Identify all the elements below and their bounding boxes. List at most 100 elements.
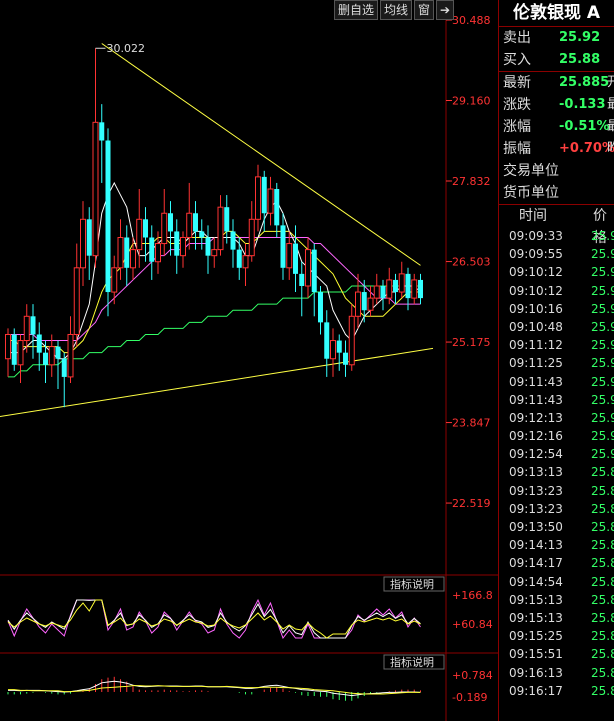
tick-row: 09:13:13 25.8 [499,463,614,481]
tick-time: 09:13:13 [509,465,563,480]
tick-price: 25.9 [591,229,614,243]
tick-row: 09:13:23 25.8 [499,482,614,500]
tick-price: 25.9 [591,410,614,425]
ask-row: 卖出 25.92 [499,27,614,49]
ask-label: 卖出 [503,30,531,46]
candle-body [261,176,267,214]
tick-time: 09:09:55 [509,247,563,262]
candle-body [318,292,323,323]
candle-body [180,236,186,257]
tick-price: 25.8 [591,520,614,534]
price-tick-label: 27.832 [452,175,491,188]
tick-time: 09:11:43 [509,392,563,407]
tick-price: 25.9 [591,392,614,407]
candle-body [211,249,218,257]
indicator-1-tick-label: +166.8 [452,589,493,602]
candle-body [230,231,236,250]
indicator-1-line-c [7,599,421,639]
candle-body [55,346,61,359]
prev-close-label: 昨 [607,138,614,160]
tick-time: 09:12:16 [509,429,563,444]
bid-label: 买入 [503,52,531,68]
chart-toolbar: 删自选 均线 窗 ➔ [334,0,455,20]
candle-body [11,334,17,365]
candle-body [105,140,111,293]
last-row: 最新 25.885 开 [499,72,614,94]
price-tick-label: 29.160 [452,95,491,108]
tick-price: 25.8 [591,465,614,480]
currency-unit-label: 货币单位 [503,185,559,201]
tick-price: 25.9 [591,319,614,334]
tick-row: 09:11:43 25.9 [499,391,614,409]
kline-chart[interactable]: 30.488 29.160 27.832 26.503 25.175 23.847 22.5… [0,0,498,721]
indicator-1-line-a [7,598,421,640]
tick-row: 09:14:17 25.8 [499,554,614,572]
tick-row: 09:10:48 25.9 [499,318,614,336]
indicator-2-tick-label: +0.784 [452,669,493,682]
tick-price: 25.9 [591,301,614,316]
high-label: 最 [607,94,614,116]
candle-body [186,212,193,238]
tick-time: 09:12:54 [509,447,563,462]
tick-row: 09:13:50 25.8 [499,518,614,536]
candle-body [117,236,124,269]
tick-time: 09:15:13 [509,610,563,625]
change-pct-value: -0.51% [559,119,610,134]
candle-body [111,267,118,293]
candle-body [168,213,173,232]
tick-price: 25.8 [591,483,614,498]
candle-body [36,334,42,353]
ask-value: 25.92 [559,30,601,45]
candle-body [267,188,274,214]
candle-body [336,340,342,353]
candle-body [393,279,398,293]
moving-average-button[interactable]: 均线 [380,0,413,20]
candle-body [236,249,242,268]
tick-time: 09:16:17 [509,683,563,698]
candle-body [348,315,355,366]
tick-time: 09:14:17 [509,556,563,571]
tick-row: 09:10:12 25.9 [499,263,614,281]
bid-value: 25.88 [559,52,601,67]
candle-body [43,352,48,365]
candle-body [361,292,367,311]
candle-body [67,333,74,378]
tick-price: 25.8 [591,538,614,553]
arrow-right-icon[interactable]: ➔ [436,0,455,20]
tick-time: 09:14:13 [509,538,563,553]
currency-unit-row: 货币单位 [499,182,614,204]
trendline [101,43,421,266]
remove-watchlist-button[interactable]: 删自选 [334,0,379,20]
price-tick-label: 22.519 [452,497,491,510]
tick-row: 09:11:43 25.9 [499,373,614,391]
window-button[interactable]: 窗 [414,0,435,20]
tick-price: 25.8 [591,683,614,698]
tick-time: 09:13:23 [509,483,563,498]
candle-body [343,352,348,365]
tick-price: 25.9 [591,447,614,462]
tick-row: 09:09:33 25.9 [499,227,614,245]
tick-row: 09:14:54 25.8 [499,573,614,591]
tick-row: 09:10:16 25.9 [499,300,614,318]
candle-body [355,291,361,317]
indicator-2-tick-label: -0.189 [452,691,487,704]
candle-body [405,273,411,299]
indicator-1-tick-label: +60.84 [452,618,493,631]
tick-price: 25.9 [591,338,614,353]
tick-header: 时间 价格 [499,205,614,246]
candle-body [17,340,24,366]
tick-price: 25.9 [591,265,614,280]
tick-price: 25.8 [591,610,614,625]
candle-body [174,231,180,256]
candle-body [367,297,374,311]
tick-time: 09:16:13 [509,665,563,680]
candle-body [373,285,380,299]
candle-body [280,225,286,268]
candle-body [61,358,67,377]
last-label: 最新 [503,75,531,91]
tick-price: 25.8 [591,647,614,662]
candle-body [380,285,386,299]
tick-list[interactable]: 09:09:3325.909:09:5525.909:10:1225.909:1… [499,227,614,700]
tick-time: 09:14:54 [509,574,563,589]
candle-body [311,249,317,293]
